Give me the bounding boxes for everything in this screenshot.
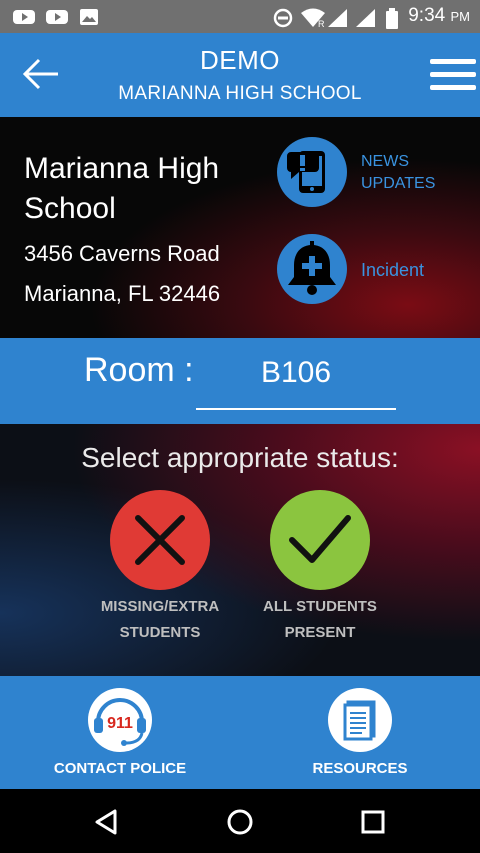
incident-button[interactable] — [277, 234, 347, 304]
contact-police-label[interactable]: CONTACT POLICE — [20, 760, 220, 777]
page-title: DEMO — [200, 45, 280, 75]
headset-911-icon: 911 — [94, 698, 146, 746]
nav-back-icon[interactable] — [93, 808, 119, 836]
news-updates-button[interactable] — [277, 137, 347, 207]
missing-students-button[interactable] — [110, 490, 210, 590]
status-heading: Select appropriate status: — [81, 442, 399, 473]
photo-icon — [80, 9, 98, 25]
document-icon — [343, 700, 376, 741]
app-header: DEMO MARIANNA HIGH SCHOOL — [0, 33, 480, 117]
school-subtitle: MARIANNA HIGH SCHOOL — [118, 83, 362, 104]
youtube-icon — [46, 10, 68, 24]
battery-icon — [386, 8, 398, 29]
close-x-icon — [135, 515, 185, 565]
school-name: Marianna High School — [24, 152, 220, 225]
android-nav-bar — [0, 789, 480, 853]
youtube-icon — [13, 10, 35, 24]
all-present-label: ALL STUDENTS PRESENT — [263, 598, 377, 641]
dnd-icon — [273, 8, 293, 28]
school-info-panel: Marianna High School 3456 Caverns Road M… — [0, 117, 480, 338]
wifi-icon: R — [301, 8, 325, 28]
incident-label[interactable]: Incident — [361, 259, 424, 281]
address-line1: 3456 Caverns Road — [24, 241, 220, 266]
signal-icon — [328, 9, 347, 27]
address-line2: Marianna, FL 32446 — [24, 281, 221, 306]
room-label: Room : — [84, 351, 194, 389]
bottom-action-bar: 911 CONTACT POLICE RESOURCES — [0, 676, 480, 789]
bell-plus-icon — [288, 241, 336, 295]
room-input[interactable]: B106 — [196, 356, 396, 390]
news-updates-label[interactable]: NEWS UPDATES — [361, 151, 435, 195]
all-present-button[interactable] — [270, 490, 370, 590]
clock: 9:34 PM — [408, 5, 470, 26]
missing-students-label: MISSING/EXTRA STUDENTS — [100, 598, 220, 641]
signal-icon — [356, 9, 375, 27]
room-bar: Room : B106 — [0, 338, 480, 424]
checkmark-icon — [289, 515, 351, 563]
contact-police-button[interactable]: 911 — [88, 688, 152, 752]
menu-icon[interactable] — [428, 57, 478, 93]
resources-button[interactable] — [328, 688, 392, 752]
nav-home-icon[interactable] — [226, 808, 254, 836]
nav-recents-icon[interactable] — [360, 809, 386, 835]
svg-text:R: R — [318, 19, 325, 28]
status-panel: Select appropriate status: MISSING/EXTRA… — [0, 424, 480, 676]
news-phone-icon — [287, 151, 325, 193]
room-input-underline — [196, 408, 396, 410]
svg-text:911: 911 — [107, 715, 133, 732]
resources-label[interactable]: RESOURCES — [260, 760, 460, 777]
status-bar: R 9:34 PM — [0, 0, 480, 33]
